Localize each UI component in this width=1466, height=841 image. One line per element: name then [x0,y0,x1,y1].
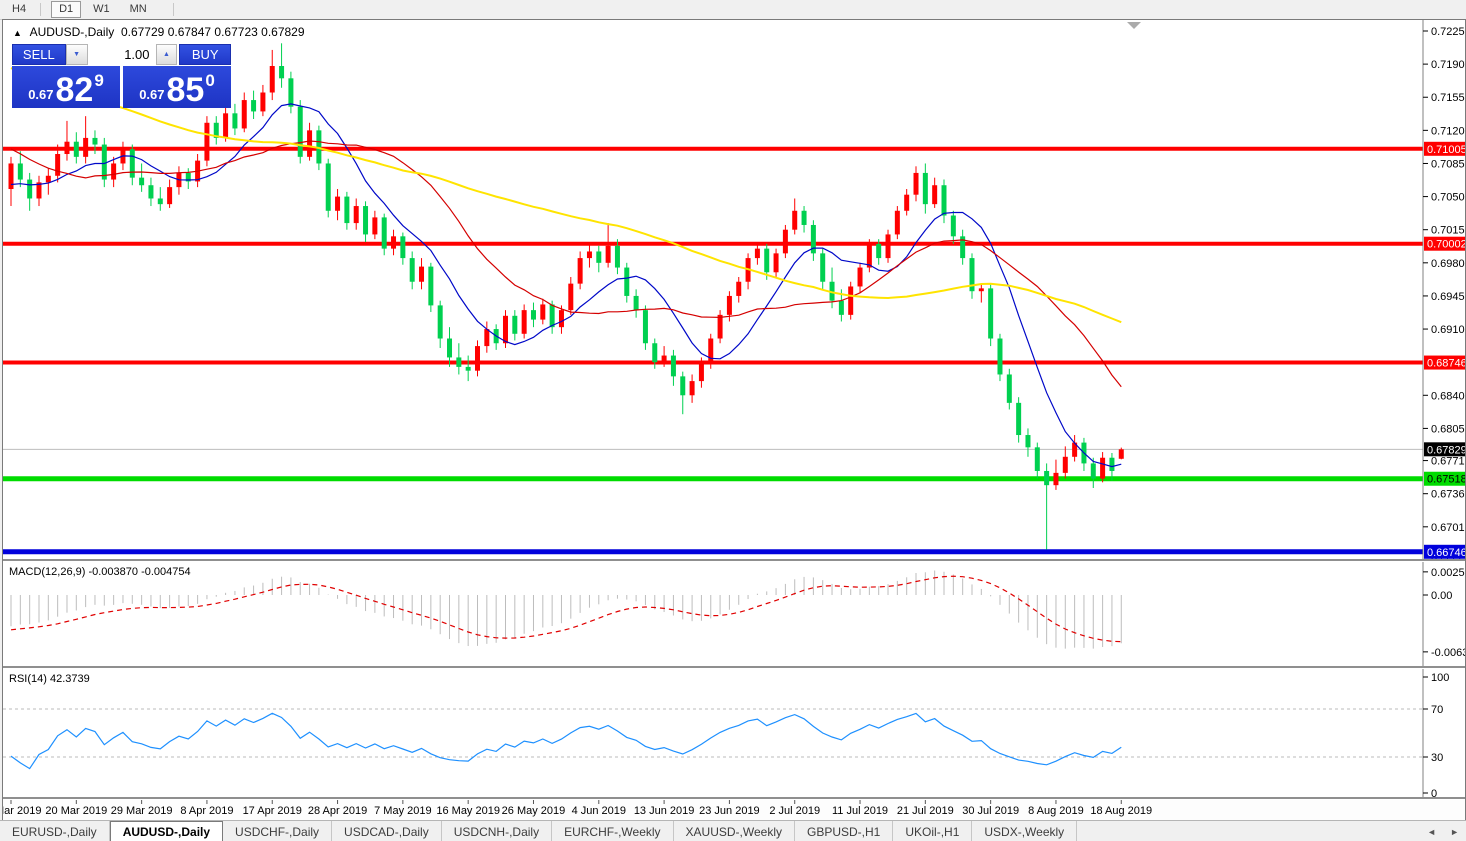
svg-text:30: 30 [1431,752,1443,764]
tab-scroll-right-icon[interactable]: ► [1443,827,1466,837]
svg-text:0.68050: 0.68050 [1431,423,1465,435]
svg-text:0.68400: 0.68400 [1431,390,1465,402]
svg-text:-0.006326: -0.006326 [1431,647,1465,659]
chart-tab-usdxweekly[interactable]: USDX-,Weekly [972,821,1077,841]
macd-indicator-panel[interactable]: 0.002574 0.00 -0.006326 MACD(12,26,9) -0.00… [3,562,1465,666]
svg-text:0.68746: 0.68746 [1427,358,1465,370]
svg-text:0.67010: 0.67010 [1431,522,1465,534]
date-axis-svg[interactable]: 11 Mar 2019 20 Mar 2019 29 Mar 2019 8 Apr 2… [3,800,1465,820]
rsi-title: RSI(14) 42.3739 [9,673,90,685]
tab-scroll-left-icon[interactable]: ◄ [1420,827,1443,837]
svg-text:16 May 2019: 16 May 2019 [436,805,500,817]
svg-text:0.70500: 0.70500 [1431,192,1465,204]
timeframe-button-mn[interactable]: MN [122,1,155,18]
timeframe-toolbar: H4 D1W1MN [0,0,1466,20]
collapse-triangle-icon[interactable]: ▲ [13,28,22,38]
toolbar-separator [40,3,41,16]
macd-title: MACD(12,26,9) -0.003870 -0.004754 [9,566,191,578]
symbol-name: AUDUSD-,Daily [30,25,115,39]
svg-text:0.66746: 0.66746 [1427,547,1465,559]
svg-text:0.67360: 0.67360 [1431,489,1465,501]
toolbar-separator [173,3,174,16]
svg-text:0.00: 0.00 [1431,590,1452,602]
chart-tab-eurusddaily[interactable]: EURUSD-,Daily [0,821,110,841]
svg-text:0.72250: 0.72250 [1431,26,1465,38]
svg-text:0.71005: 0.71005 [1427,144,1465,156]
svg-text:8 Aug 2019: 8 Aug 2019 [1028,805,1084,817]
svg-text:0.71900: 0.71900 [1431,59,1465,71]
svg-text:26 May 2019: 26 May 2019 [502,805,566,817]
chart-tab-eurchfweekly[interactable]: EURCHF-,Weekly [552,821,673,841]
svg-text:70: 70 [1431,704,1443,716]
svg-text:7 May 2019: 7 May 2019 [374,805,431,817]
rsi-panel-svg[interactable]: 100 70 30 0 RSI(14) 42.3739 [3,669,1465,797]
svg-text:0: 0 [1431,788,1437,797]
volume-input[interactable] [88,44,156,65]
svg-text:0.69450: 0.69450 [1431,291,1465,303]
date-axis[interactable]: 11 Mar 2019 20 Mar 2019 29 Mar 2019 8 Apr 2… [3,800,1465,820]
svg-text:2 Jul 2019: 2 Jul 2019 [769,805,820,817]
svg-text:0.67829: 0.67829 [1427,444,1465,456]
tab-scroll-nav: ◄► [1420,821,1466,841]
sell-price-prefix: 0.67 [28,87,53,102]
svg-text:11 Jul 2019: 11 Jul 2019 [832,805,888,817]
sell-price-pip: 9 [94,71,103,91]
svg-text:0.71550: 0.71550 [1431,92,1465,104]
trading-terminal: H4 D1W1MN ▲ AUDUSD-,Daily 0.67729 0.67847… [0,0,1466,841]
rsi-indicator-panel[interactable]: 100 70 30 0 RSI(14) 42.3739 [3,669,1465,797]
svg-text:8 Apr 2019: 8 Apr 2019 [180,805,233,817]
sell-price-button[interactable]: 0.67 82 9 [12,66,120,108]
svg-text:28 Apr 2019: 28 Apr 2019 [308,805,367,817]
chart-tab-usdcaddaily[interactable]: USDCAD-,Daily [332,821,442,841]
ohlc-open: 0.67729 [121,25,164,39]
buy-price-big: 85 [167,75,205,105]
chart-tab-usdchfdaily[interactable]: USDCHF-,Daily [223,821,332,841]
chart-tab-bar: EURUSD-,DailyAUDUSD-,DailyUSDCHF-,DailyU… [0,820,1466,841]
svg-text:21 Jul 2019: 21 Jul 2019 [897,805,954,817]
one-click-trade-panel: SELL ▼ ▲ BUY 0.67 82 9 0.67 85 0 [12,44,231,108]
svg-text:30 Jul 2019: 30 Jul 2019 [962,805,1019,817]
chart-tab-usdcnhdaily[interactable]: USDCNH-,Daily [442,821,552,841]
svg-text:0.69100: 0.69100 [1431,324,1465,336]
buy-price-button[interactable]: 0.67 85 0 [123,66,231,108]
svg-text:13 Jun 2019: 13 Jun 2019 [634,805,695,817]
svg-text:17 Apr 2019: 17 Apr 2019 [243,805,302,817]
ohlc-high: 0.67847 [168,25,211,39]
macd-panel-svg[interactable]: 0.002574 0.00 -0.006326 MACD(12,26,9) -0.00… [3,562,1465,666]
volume-decrease-button[interactable]: ▼ [66,44,88,65]
chart-window: ▲ AUDUSD-,Daily 0.67729 0.67847 0.67723 … [2,19,1466,821]
svg-text:0.70002: 0.70002 [1427,239,1465,251]
svg-text:0.70850: 0.70850 [1431,158,1465,170]
svg-text:0.67710: 0.67710 [1431,456,1465,468]
chart-tab-gbpusdh1[interactable]: GBPUSD-,H1 [795,821,893,841]
chart-symbol-header: ▲ AUDUSD-,Daily 0.67729 0.67847 0.67723 … [13,25,305,39]
buy-price-prefix: 0.67 [139,87,164,102]
timeframe-button-w1[interactable]: W1 [85,1,118,18]
ohlc-low: 0.67723 [214,25,257,39]
svg-text:0.70150: 0.70150 [1431,225,1465,237]
buy-button[interactable]: BUY [179,44,231,65]
svg-text:11 Mar 2019: 11 Mar 2019 [3,805,41,817]
svg-text:4 Jun 2019: 4 Jun 2019 [572,805,626,817]
svg-text:100: 100 [1431,672,1449,684]
buy-price-pip: 0 [205,71,214,91]
svg-text:0.002574: 0.002574 [1431,567,1465,579]
chart-tab-audusddaily[interactable]: AUDUSD-,Daily [110,821,223,841]
timeframe-button-h4[interactable]: H4 [4,1,34,18]
svg-text:0.71200: 0.71200 [1431,125,1465,137]
svg-text:0.69800: 0.69800 [1431,258,1465,270]
sell-price-big: 82 [56,75,94,105]
svg-text:0.67518: 0.67518 [1427,474,1465,486]
timeframe-button-d1[interactable]: D1 [51,1,81,18]
chart-tab-ukoilh1[interactable]: UKOil-,H1 [893,821,972,841]
svg-text:23 Jun 2019: 23 Jun 2019 [699,805,760,817]
volume-increase-button[interactable]: ▲ [156,44,178,65]
sell-button[interactable]: SELL [12,44,66,65]
svg-text:20 Mar 2019: 20 Mar 2019 [45,805,107,817]
chart-tab-xauusdweekly[interactable]: XAUUSD-,Weekly [674,821,795,841]
ohlc-close: 0.67829 [261,25,304,39]
svg-text:18 Aug 2019: 18 Aug 2019 [1090,805,1152,817]
svg-text:29 Mar 2019: 29 Mar 2019 [111,805,173,817]
